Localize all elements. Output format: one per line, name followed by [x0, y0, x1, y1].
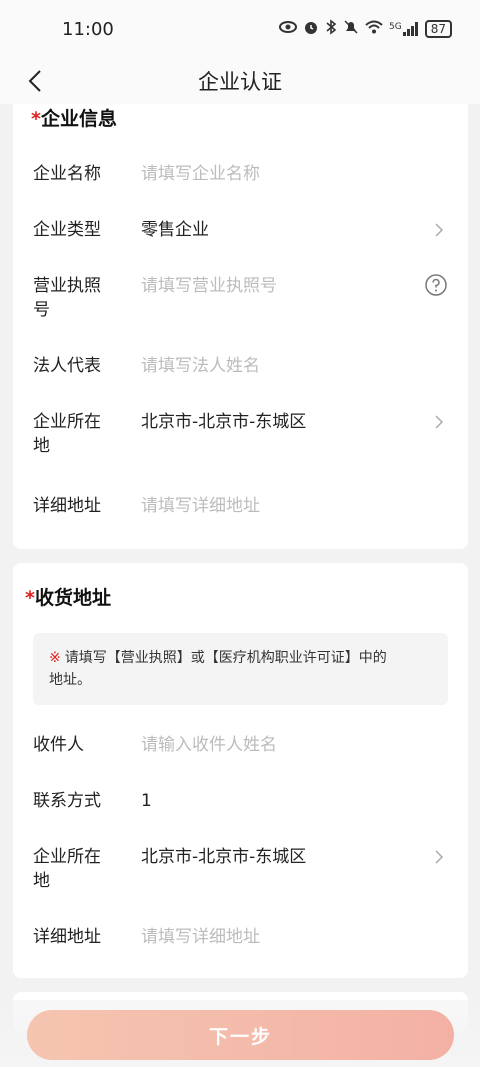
license-number-label: 营业执照 号: [33, 276, 101, 320]
company-type-label: 企业类型: [33, 220, 101, 240]
company-name-input[interactable]: 请填写企业名称: [141, 162, 411, 186]
back-icon[interactable]: [18, 64, 52, 98]
page-title: 企业认证: [198, 70, 282, 94]
company-address-label: 详细地址: [33, 496, 101, 516]
notice-mark-icon: ※: [49, 650, 61, 666]
shipping-location-label: 企业所在 地: [33, 847, 101, 891]
chevron-right-icon: [435, 415, 444, 429]
mute-bell-icon: [343, 19, 359, 39]
company-address-input[interactable]: 请填写详细地址: [141, 494, 411, 518]
chevron-right-icon: [435, 223, 444, 237]
status-bar: 11:00 5G 87: [0, 0, 480, 58]
company-type-select[interactable]: 零售企业: [141, 218, 411, 242]
recipient-row[interactable]: 收件人 请输入收件人姓名: [13, 733, 468, 757]
company-address-row[interactable]: 详细地址 请填写详细地址: [13, 494, 468, 518]
alarm-icon: [303, 19, 319, 39]
company-name-row[interactable]: 企业名称 请填写企业名称: [13, 162, 468, 186]
eye-icon: [279, 20, 298, 38]
company-location-select[interactable]: 北京市-北京市-东城区: [141, 410, 411, 434]
legal-rep-label: 法人代表: [33, 356, 101, 376]
company-type-row[interactable]: 企业类型 零售企业: [13, 218, 468, 242]
license-number-input[interactable]: 请填写营业执照号: [141, 274, 411, 298]
license-number-row[interactable]: 营业执照 号 请填写营业执照号: [13, 274, 468, 322]
company-location-label: 企业所在 地: [33, 412, 101, 456]
company-name-label: 企业名称: [33, 164, 101, 184]
shipping-location-row[interactable]: 企业所在 地 北京市-北京市-东城区: [13, 845, 468, 893]
next-step-button[interactable]: 下一步: [27, 1010, 454, 1060]
shipping-location-select[interactable]: 北京市-北京市-东城区: [141, 845, 411, 869]
contact-row[interactable]: 联系方式 1: [13, 789, 468, 813]
bluetooth-icon: [325, 19, 337, 39]
required-mark: *: [25, 587, 35, 609]
contact-label: 联系方式: [33, 791, 101, 811]
required-mark: *: [31, 108, 41, 130]
shipping-address-card: *收货地址 ※ 请填写【营业执照】或【医疗机构职业许可证】中的 地址。 收件人 请…: [13, 563, 468, 978]
wifi-icon: [365, 20, 383, 38]
recipient-label: 收件人: [33, 735, 84, 755]
cellular-icon: 5G: [389, 22, 419, 36]
chevron-right-icon: [435, 850, 444, 864]
help-icon[interactable]: [424, 273, 448, 297]
legal-rep-input[interactable]: 请填写法人姓名: [141, 354, 411, 378]
contact-input[interactable]: 1: [141, 789, 411, 813]
shipping-address-title: *收货地址: [25, 587, 111, 609]
address-notice: ※ 请填写【营业执照】或【医疗机构职业许可证】中的 地址。: [33, 633, 448, 705]
status-icons: 5G 87: [279, 19, 452, 39]
company-info-card: *企业信息 企业名称 请填写企业名称 企业类型 零售企业 营业执照 号 请填写营…: [13, 104, 468, 549]
company-location-row[interactable]: 企业所在 地 北京市-北京市-东城区: [13, 410, 468, 458]
legal-rep-row[interactable]: 法人代表 请填写法人姓名: [13, 354, 468, 378]
status-time: 11:00: [62, 18, 114, 40]
company-info-title: *企业信息: [31, 108, 117, 130]
shipping-address-input[interactable]: 请填写详细地址: [141, 925, 411, 949]
battery-icon: 87: [424, 20, 452, 38]
recipient-input[interactable]: 请输入收件人姓名: [141, 733, 411, 757]
nav-bar: 企业认证: [0, 58, 480, 104]
shipping-address-label: 详细地址: [33, 927, 101, 947]
shipping-address-row[interactable]: 详细地址 请填写详细地址: [13, 925, 468, 949]
